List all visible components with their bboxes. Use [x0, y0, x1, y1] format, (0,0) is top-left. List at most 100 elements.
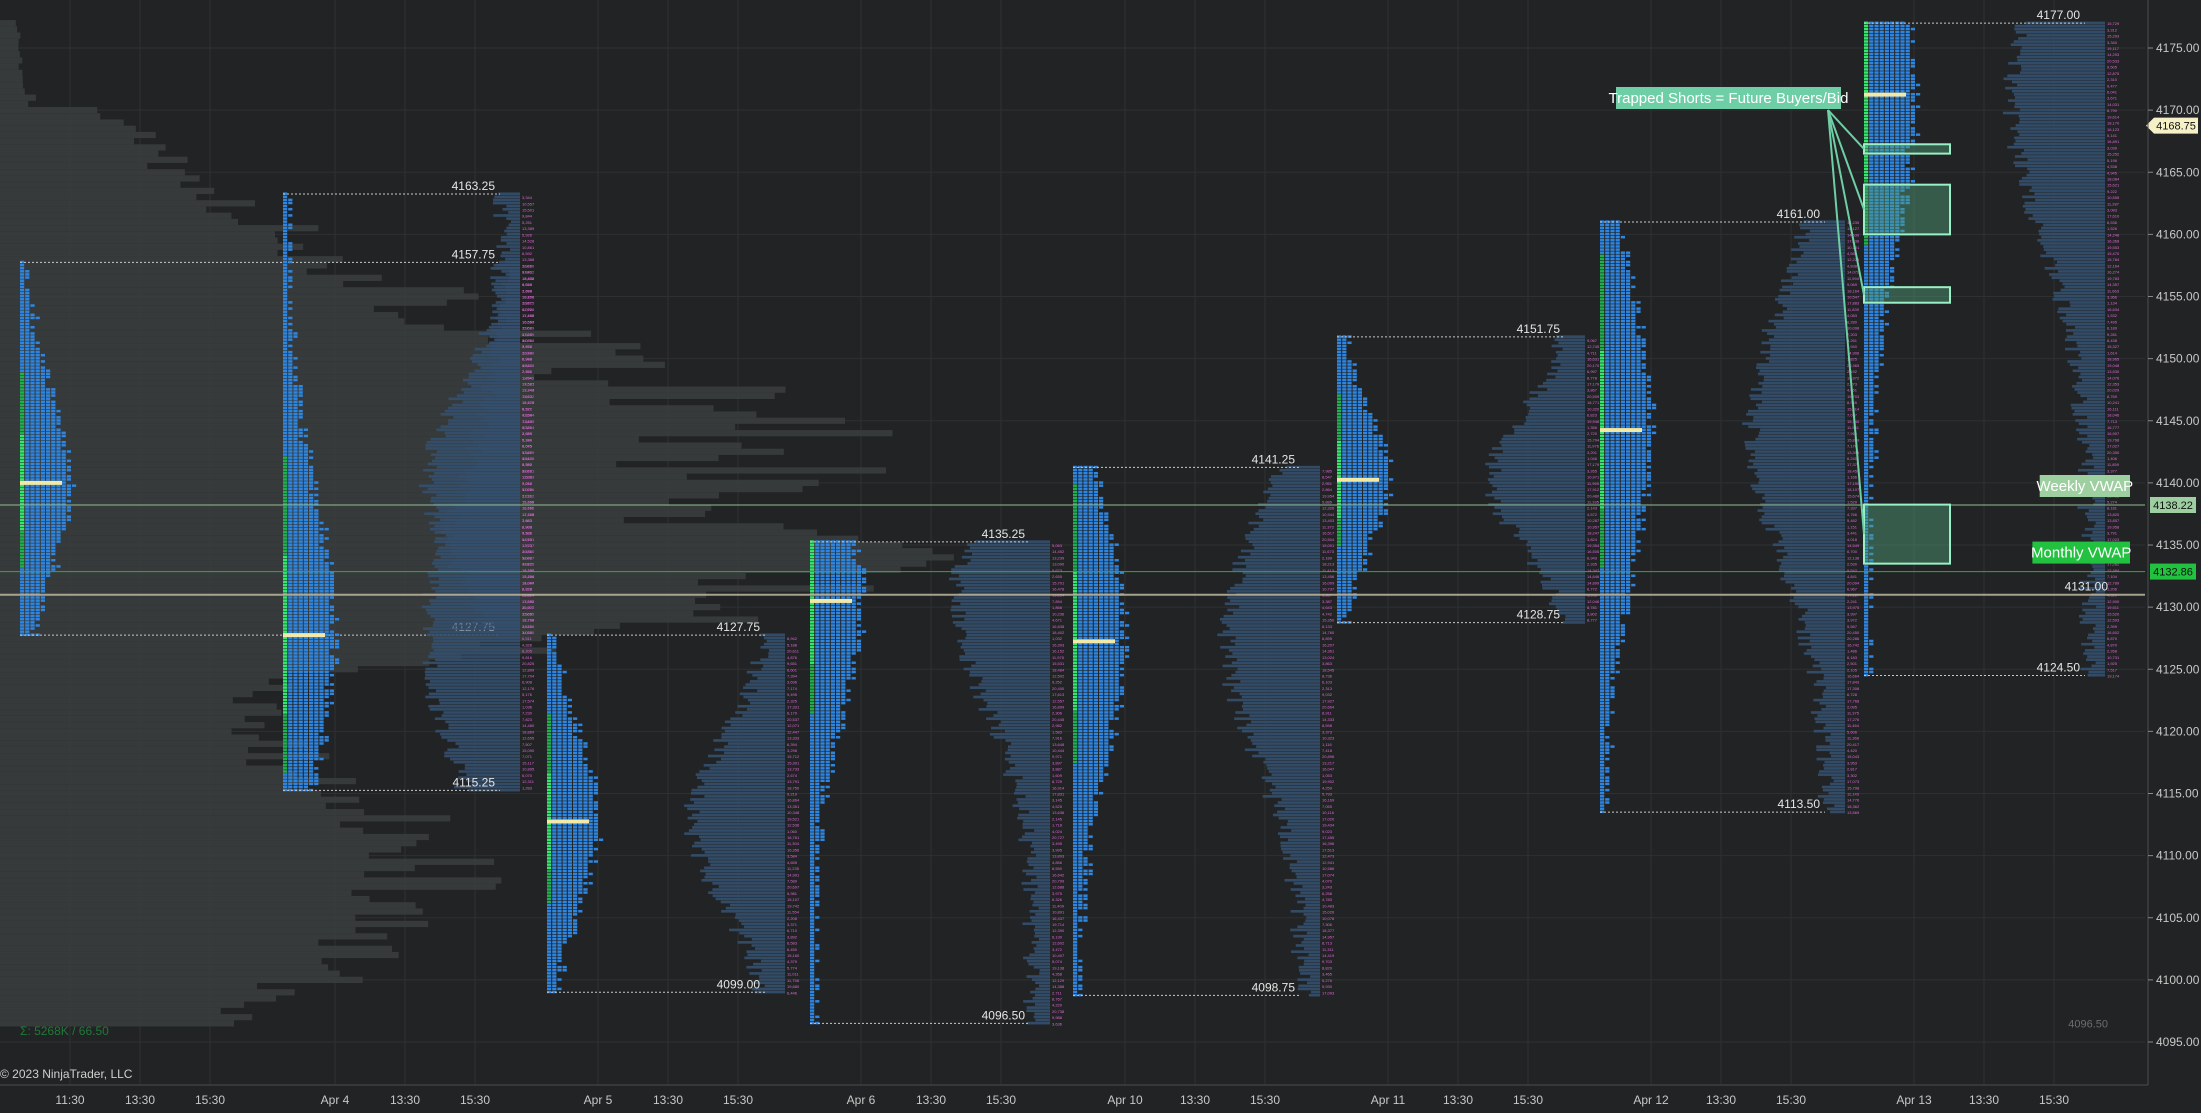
- composite-bar: [0, 908, 423, 914]
- tpo-block: [30, 475, 34, 477]
- tpo-block: [552, 646, 556, 648]
- tpo-block: [36, 553, 40, 555]
- tpo-block: [25, 441, 29, 443]
- tpo-block: [283, 276, 287, 278]
- tpo-block: [820, 624, 824, 626]
- tpo-block: [314, 578, 318, 580]
- tpo-block: [304, 435, 308, 437]
- tpo-block: [283, 326, 287, 328]
- tpo-block: [1094, 780, 1098, 782]
- tpo-block: [1078, 894, 1082, 896]
- tpo-block: [309, 702, 313, 704]
- tpo-block: [304, 456, 308, 458]
- session-volume-bar: [491, 351, 520, 354]
- tpo-block: [557, 873, 561, 875]
- tpo-block: [583, 767, 587, 769]
- composite-bar: [0, 610, 693, 616]
- tpo-block: [293, 506, 297, 508]
- session-volume-bar: [500, 255, 520, 258]
- tpo-block: [299, 705, 303, 707]
- tpo-block: [41, 547, 45, 549]
- session-volume-bar: [1018, 839, 1050, 842]
- tpo-block: [831, 550, 835, 552]
- tpo-block: [1083, 767, 1087, 769]
- session-volume-bar: [743, 686, 785, 689]
- volume-number: 12,557: [1052, 698, 1065, 703]
- volume-number: 13,217: [1322, 760, 1335, 765]
- session-volume-bar: [459, 515, 520, 518]
- tpo-block: [831, 668, 835, 670]
- session-volume-bar: [1232, 562, 1320, 565]
- tpo-block: [552, 870, 556, 872]
- tpo-block: [36, 525, 40, 527]
- session-volume-bar: [493, 214, 520, 217]
- session-volume-bar: [505, 258, 520, 261]
- session-volume-bar: [427, 634, 520, 637]
- tpo-block: [41, 609, 45, 611]
- tpo-block: [1083, 807, 1087, 809]
- tpo-block: [1104, 773, 1108, 775]
- tpo-block: [25, 314, 29, 316]
- session-volume-bar: [744, 935, 785, 938]
- tpo-block: [319, 640, 323, 642]
- session-volume-bar: [1296, 873, 1320, 876]
- tpo-block: [552, 661, 556, 663]
- tpo-block: [36, 519, 40, 521]
- volume-number: 12,688: [1052, 885, 1065, 890]
- tpo-block: [299, 724, 303, 726]
- tpo-block: [51, 469, 55, 471]
- tpo-block: [1078, 866, 1082, 868]
- tpo-block: [293, 752, 297, 754]
- tpo-block: [288, 382, 292, 384]
- session-volume-bar: [1223, 630, 1320, 633]
- tpo-block: [25, 310, 29, 312]
- chart-canvas[interactable]: 14,24014,55818,71815,05511,90117,59020,4…: [0, 0, 2201, 1108]
- tpo-block: [1078, 839, 1082, 841]
- volume-number: 8,547: [1322, 475, 1333, 480]
- tpo-block: [1104, 755, 1108, 757]
- volume-number: 16,356: [787, 847, 800, 852]
- session-volume-bar: [990, 733, 1050, 736]
- tpo-block: [299, 463, 303, 465]
- tpo-block: [288, 627, 292, 629]
- tpo-block: [826, 736, 830, 738]
- tpo-block: [810, 770, 814, 772]
- tpo-block: [568, 773, 572, 775]
- tpo-block: [557, 702, 561, 704]
- tpo-block: [36, 488, 40, 490]
- session-high-label: 4163.25: [452, 179, 496, 193]
- tpo-block: [288, 366, 292, 368]
- session-volume-bar: [949, 578, 1050, 581]
- volume-profile-chart[interactable]: 14,24014,55818,71815,05511,90117,59020,4…: [0, 0, 2201, 1108]
- session-volume-bar: [1310, 975, 1320, 978]
- session-volume-bar: [1017, 817, 1050, 820]
- tpo-block: [62, 450, 66, 452]
- tpo-block: [573, 842, 577, 844]
- session-volume-bar: [1034, 901, 1050, 904]
- tpo-block: [820, 795, 824, 797]
- tpo-block: [815, 742, 819, 744]
- session-volume-bar: [1298, 988, 1320, 991]
- tpo-block: [283, 199, 287, 201]
- tpo-block: [283, 786, 287, 788]
- tpo-block: [288, 307, 292, 309]
- tpo-block: [552, 792, 556, 794]
- session-volume-bar: [455, 742, 520, 745]
- tpo-block: [547, 668, 551, 670]
- tpo-block: [1073, 711, 1077, 713]
- tpo-block: [20, 627, 24, 629]
- tpo-block: [25, 323, 29, 325]
- tpo-block: [831, 683, 835, 685]
- tpo-block: [51, 550, 55, 552]
- volume-number: 5,074: [1052, 959, 1063, 964]
- tpo-block: [309, 714, 313, 716]
- tpo-block: [1078, 823, 1082, 825]
- tpo-block: [309, 472, 313, 474]
- tpo-block: [810, 727, 814, 729]
- tpo-block: [30, 332, 34, 334]
- tpo-block: [815, 689, 819, 691]
- tpo-block: [826, 702, 830, 704]
- tpo-block: [810, 888, 814, 890]
- tpo-block: [309, 758, 313, 760]
- tpo-block: [293, 630, 297, 632]
